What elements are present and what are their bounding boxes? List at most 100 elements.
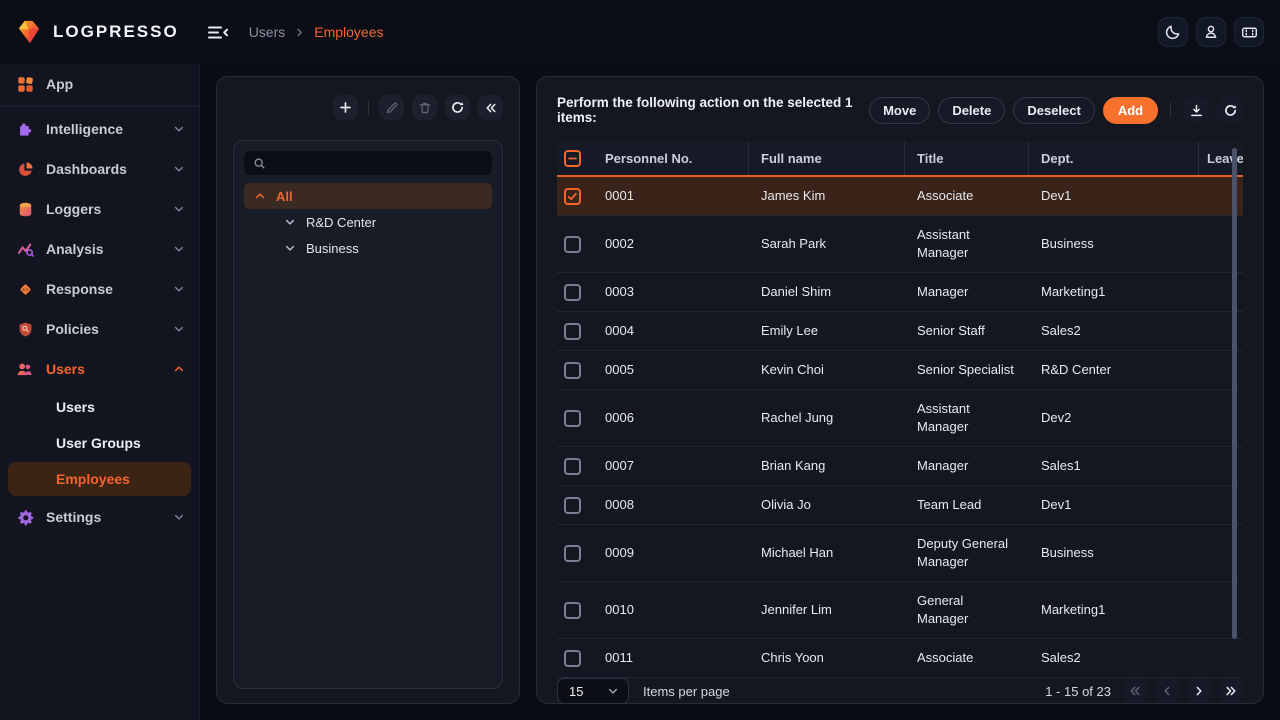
sidebar-collapse-button[interactable] [207, 24, 229, 41]
table-row[interactable]: 0009Michael HanDeputy General ManagerBus… [557, 525, 1243, 582]
export-button[interactable] [1183, 97, 1209, 123]
sidebar-item-dashboards[interactable]: Dashboards [0, 149, 199, 189]
row-checkbox[interactable] [564, 497, 581, 514]
deselect-button[interactable]: Deselect [1013, 97, 1094, 124]
column-header-dept-[interactable]: Dept. [1029, 142, 1199, 175]
sidebar-subitem-label: Users [56, 399, 95, 415]
row-checkbox[interactable] [564, 650, 581, 667]
diamond-icon [16, 281, 34, 298]
row-checkbox[interactable] [564, 410, 581, 427]
breadcrumb: Users Employees [249, 24, 384, 40]
tree-search[interactable] [244, 151, 492, 175]
chevron-down-icon[interactable] [284, 216, 296, 228]
sidebar-item-users[interactable]: Users [0, 349, 199, 389]
sidebar-item-loggers[interactable]: Loggers [0, 189, 199, 229]
chevrons-right-icon [1224, 684, 1238, 698]
add-button[interactable] [333, 95, 358, 120]
breadcrumb-parent[interactable]: Users [249, 24, 286, 40]
table-row[interactable]: 0004Emily LeeSenior StaffSales2 [557, 312, 1243, 351]
chevron-up-icon [173, 363, 185, 375]
table-row[interactable]: 0005Kevin ChoiSenior SpecialistR&D Cente… [557, 351, 1243, 390]
first-page-button[interactable] [1123, 679, 1147, 703]
table-row[interactable]: 0007Brian KangManagerSales1 [557, 447, 1243, 486]
row-checkbox-cell[interactable] [557, 525, 593, 581]
page-size-select[interactable]: 15 [557, 678, 629, 704]
column-header-title[interactable]: Title [905, 142, 1029, 175]
tree-item-r-d-center[interactable]: R&D Center [244, 209, 492, 235]
row-checkbox[interactable] [564, 236, 581, 253]
search-input[interactable] [272, 156, 483, 171]
prev-page-button[interactable] [1155, 679, 1179, 703]
sidebar-item-label: Loggers [46, 201, 161, 217]
move-button[interactable]: Move [869, 97, 930, 124]
row-checkbox-cell[interactable] [557, 312, 593, 350]
row-checkbox-cell[interactable] [557, 177, 593, 215]
next-page-button[interactable] [1187, 679, 1211, 703]
table-row[interactable]: 0003Daniel ShimManagerMarketing1 [557, 273, 1243, 312]
table-scrollbar[interactable] [1232, 148, 1237, 639]
row-checkbox-cell[interactable] [557, 486, 593, 524]
sidebar-subitem-label: Employees [56, 471, 130, 487]
row-checkbox-cell[interactable] [557, 390, 593, 446]
sidebar-item-intelligence[interactable]: Intelligence [0, 109, 199, 149]
delete-button[interactable]: Delete [938, 97, 1005, 124]
row-checkbox[interactable] [564, 458, 581, 475]
cell-title: Assistant Manager [905, 216, 1029, 272]
table-row[interactable]: 0010Jennifer LimGeneral ManagerMarketing… [557, 582, 1243, 639]
row-checkbox[interactable] [564, 545, 581, 562]
row-checkbox[interactable] [564, 323, 581, 340]
row-checkbox-cell[interactable] [557, 582, 593, 638]
edit-button[interactable] [379, 95, 404, 120]
sidebar-subitem-users[interactable]: Users [0, 389, 199, 425]
table-row[interactable]: 0002Sarah ParkAssistant ManagerBusiness [557, 216, 1243, 273]
select-all-cell[interactable] [557, 142, 593, 175]
last-page-button[interactable] [1219, 679, 1243, 703]
row-checkbox-cell[interactable] [557, 273, 593, 311]
sidebar-subitem-user-groups[interactable]: User Groups [0, 425, 199, 461]
refresh-button[interactable] [1217, 97, 1243, 123]
table-row[interactable]: 0006Rachel JungAssistant ManagerDev2 [557, 390, 1243, 447]
tree-item-label: All [276, 189, 293, 204]
chevron-down-icon[interactable] [284, 242, 296, 254]
row-checkbox-cell[interactable] [557, 216, 593, 272]
refresh-button[interactable] [445, 95, 470, 120]
sidebar-divider [0, 106, 199, 107]
license-button[interactable] [1234, 17, 1264, 47]
account-button[interactable] [1196, 17, 1226, 47]
pulse-icon [16, 241, 34, 258]
row-checkbox[interactable] [564, 188, 581, 205]
row-checkbox[interactable] [564, 362, 581, 379]
tree-item-business[interactable]: Business [244, 235, 492, 261]
table-row[interactable]: 0001James KimAssociateDev1 [557, 177, 1243, 216]
chevron-up-icon[interactable] [254, 190, 266, 202]
items-per-page-label: Items per page [643, 684, 730, 699]
row-checkbox[interactable] [564, 284, 581, 301]
delete-button[interactable] [412, 95, 437, 120]
sidebar-subitem-employees[interactable]: Employees [8, 462, 191, 496]
row-checkbox-cell[interactable] [557, 639, 593, 677]
row-checkbox[interactable] [564, 602, 581, 619]
row-checkbox-cell[interactable] [557, 351, 593, 389]
cell-personnel-no: 0008 [593, 486, 749, 524]
sidebar-item-response[interactable]: Response [0, 269, 199, 309]
column-header-full-name[interactable]: Full name [749, 142, 905, 175]
pagination [1115, 679, 1243, 703]
select-all-checkbox[interactable] [564, 150, 581, 167]
row-checkbox-cell[interactable] [557, 447, 593, 485]
collapse-panel-button[interactable] [478, 95, 503, 120]
sidebar-item-settings[interactable]: Settings [0, 497, 199, 537]
sidebar-item-app[interactable]: App [0, 64, 199, 104]
sidebar-item-label: Settings [46, 509, 161, 525]
add-button[interactable]: Add [1103, 97, 1158, 124]
sidebar-item-policies[interactable]: Policies [0, 309, 199, 349]
search-icon [253, 157, 266, 170]
table-row[interactable]: 0008Olivia JoTeam LeadDev1 [557, 486, 1243, 525]
column-header-personnel-no-[interactable]: Personnel No. [593, 142, 749, 175]
theme-toggle-button[interactable] [1158, 17, 1188, 47]
table-row[interactable]: 0011Chris YoonAssociateSales2 [557, 639, 1243, 678]
sidebar-item-analysis[interactable]: Analysis [0, 229, 199, 269]
cell-dept: Sales2 [1029, 639, 1199, 677]
cell-full-name: Olivia Jo [749, 486, 905, 524]
tree-item-all[interactable]: All [244, 183, 492, 209]
cell-dept: Dev1 [1029, 177, 1199, 215]
